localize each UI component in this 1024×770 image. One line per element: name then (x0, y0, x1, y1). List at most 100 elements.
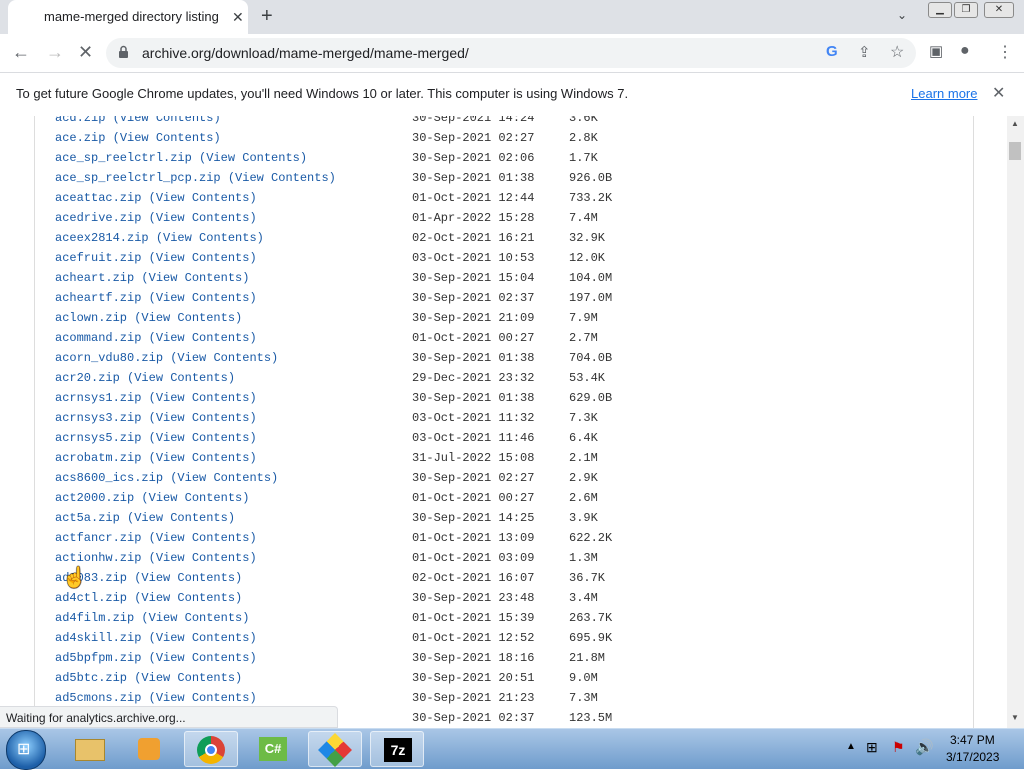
file-link[interactable]: ad4ctl.zip (55, 591, 127, 605)
forward-arrow-icon[interactable]: → (46, 42, 64, 63)
start-button[interactable]: ⊞ (6, 730, 46, 770)
file-link[interactable]: aclown.zip (55, 311, 127, 325)
file-link[interactable]: actionhw.zip (55, 551, 141, 565)
profile-icon[interactable]: ● (960, 42, 970, 60)
file-link[interactable]: acorn_vdu80.zip (55, 351, 163, 365)
view-contents-link[interactable]: (View Contents) (149, 531, 257, 545)
view-contents-link[interactable]: (View Contents) (149, 191, 257, 205)
cube-app-icon[interactable] (308, 731, 362, 767)
google-icon[interactable]: G (826, 43, 838, 60)
scroll-thumb[interactable] (1009, 142, 1021, 160)
view-contents-link[interactable]: (View Contents) (127, 371, 235, 385)
view-contents-link[interactable]: (View Contents) (141, 611, 249, 625)
file-link[interactable]: ad5cmons.zip (55, 691, 141, 705)
view-contents-link[interactable]: (View Contents) (141, 271, 249, 285)
view-contents-link[interactable]: (View Contents) (199, 151, 307, 165)
file-link[interactable]: ad4skill.zip (55, 631, 141, 645)
bookmark-star-icon[interactable]: ☆ (890, 42, 904, 62)
tray-expand-icon[interactable]: ▲ (846, 741, 856, 752)
view-contents-link[interactable]: (View Contents) (149, 211, 257, 225)
kebab-menu-icon[interactable]: ⋮ (997, 42, 1013, 62)
file-link[interactable]: ace_sp_reelctrl_pcp.zip (55, 171, 221, 185)
file-link[interactable]: acheart.zip (55, 271, 134, 285)
file-link[interactable]: acrobatm.zip (55, 451, 141, 465)
view-contents-link[interactable]: (View Contents) (149, 411, 257, 425)
file-explorer-icon[interactable] (62, 731, 116, 767)
stop-reload-icon[interactable]: ✕ (78, 42, 93, 63)
view-contents-link[interactable]: (View Contents) (156, 231, 264, 245)
file-link[interactable]: acedrive.zip (55, 211, 141, 225)
view-contents-link[interactable]: (View Contents) (149, 331, 257, 345)
infobar-close-icon[interactable]: ✕ (992, 83, 1005, 103)
clock-time[interactable]: 3:47 PM (950, 733, 995, 747)
file-link[interactable]: aceattac.zip (55, 191, 141, 205)
tab-active[interactable]: mame-merged directory listing ✕ (8, 0, 248, 34)
view-contents-link[interactable]: (View Contents) (170, 351, 278, 365)
view-contents-link[interactable]: (View Contents) (134, 671, 242, 685)
view-contents-link[interactable]: (View Contents) (228, 171, 336, 185)
view-contents-link[interactable]: (View Contents) (149, 291, 257, 305)
address-bar[interactable]: archive.org/download/mame-merged/mame-me… (106, 38, 916, 68)
window-close-icon[interactable]: ✕ (984, 2, 1014, 18)
new-tab-icon[interactable]: + (261, 5, 273, 28)
view-contents-link[interactable]: (View Contents) (149, 551, 257, 565)
file-link[interactable]: acd.zip (55, 116, 105, 125)
chrome-taskbar-icon[interactable] (184, 731, 238, 767)
file-link[interactable]: acrnsys1.zip (55, 391, 141, 405)
view-contents-link[interactable]: (View Contents) (113, 116, 221, 125)
tab-close-icon[interactable]: ✕ (232, 9, 244, 26)
file-size: 104.0M (569, 271, 613, 285)
hand-cursor-icon: ☝ (62, 567, 87, 589)
minimize-icon[interactable]: ▁ (928, 2, 952, 18)
file-link[interactable]: acr20.zip (55, 371, 120, 385)
file-link[interactable]: acefruit.zip (55, 251, 141, 265)
view-contents-link[interactable]: (View Contents) (149, 651, 257, 665)
scroll-up-icon[interactable]: ▲ (1011, 119, 1019, 128)
csharp-editor-icon[interactable]: C# (246, 731, 300, 767)
page-scrollbar[interactable]: ▲ ▼ (1007, 116, 1024, 728)
view-contents-link[interactable]: (View Contents) (127, 511, 235, 525)
clock-date[interactable]: 3/17/2023 (946, 750, 999, 764)
network-tray-icon[interactable]: ⊞ (866, 739, 878, 756)
view-contents-link[interactable]: (View Contents) (134, 571, 242, 585)
file-link[interactable]: acrnsys3.zip (55, 411, 141, 425)
file-link[interactable]: aceex2814.zip (55, 231, 149, 245)
view-contents-link[interactable]: (View Contents) (149, 451, 257, 465)
file-link[interactable]: act5a.zip (55, 511, 120, 525)
view-contents-link[interactable]: (View Contents) (134, 311, 242, 325)
listing-row: ad4skill.zip (View Contents) 01-Oct-2021 … (55, 628, 612, 648)
file-size: 2.7M (569, 331, 598, 345)
file-link[interactable]: ace.zip (55, 131, 105, 145)
file-link[interactable]: acheartf.zip (55, 291, 141, 305)
view-contents-link[interactable]: (View Contents) (149, 251, 257, 265)
view-contents-link[interactable]: (View Contents) (149, 631, 257, 645)
view-contents-link[interactable]: (View Contents) (113, 131, 221, 145)
file-link[interactable]: act2000.zip (55, 491, 134, 505)
back-arrow-icon[interactable]: ← (12, 42, 30, 63)
file-link[interactable]: ad4film.zip (55, 611, 134, 625)
view-contents-link[interactable]: (View Contents) (149, 691, 257, 705)
file-link[interactable]: acrnsys5.zip (55, 431, 141, 445)
file-link[interactable]: acs8600_ics.zip (55, 471, 163, 485)
view-contents-link[interactable]: (View Contents) (149, 431, 257, 445)
file-link[interactable]: ad5btc.zip (55, 671, 127, 685)
7zip-icon[interactable]: 7z (370, 731, 424, 767)
tab-search-chevron-icon[interactable]: ⌄ (897, 8, 907, 22)
view-contents-link[interactable]: (View Contents) (170, 471, 278, 485)
share-icon[interactable]: ⇪ (858, 43, 871, 61)
file-link[interactable]: actfancr.zip (55, 531, 141, 545)
restore-icon[interactable]: ❐ (954, 2, 978, 18)
view-contents-link[interactable]: (View Contents) (141, 491, 249, 505)
view-contents-link[interactable]: (View Contents) (134, 591, 242, 605)
side-panel-icon[interactable]: ▣ (929, 42, 943, 60)
volume-tray-icon[interactable]: 🔊 (915, 738, 934, 756)
file-link[interactable]: acommand.zip (55, 331, 141, 345)
file-link[interactable]: ad5bpfpm.zip (55, 651, 141, 665)
action-center-tray-icon[interactable]: ⚑ (892, 739, 905, 756)
learn-more-link[interactable]: Learn more (911, 86, 977, 101)
file-size: 7.4M (569, 211, 598, 225)
file-link[interactable]: ace_sp_reelctrl.zip (55, 151, 192, 165)
media-player-icon[interactable] (122, 731, 176, 767)
view-contents-link[interactable]: (View Contents) (149, 391, 257, 405)
scroll-down-icon[interactable]: ▼ (1011, 713, 1019, 722)
